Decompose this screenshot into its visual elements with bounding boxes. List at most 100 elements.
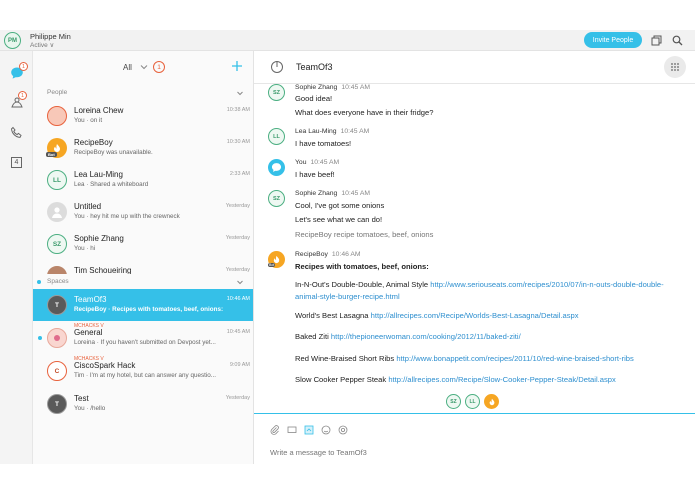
message-sender: Lea Lau-Ming 10:45 AM [295,128,369,135]
list-item-preview: You · on it [74,117,103,124]
recipe-item: Slow Cooker Pepper Steak http://allrecip… [295,375,616,384]
list-item-general[interactable]: MCHACKS V General Loreina · If you haven… [33,322,253,354]
window-popout-icon[interactable] [650,34,662,46]
nav-rail: 1 1 4 [0,51,33,464]
avatar [47,106,67,126]
bot-avatar: Bot [268,251,285,268]
recipe-item: In-N-Out's Double-Double, Animal Style h… [295,279,665,303]
message-time: 10:46 AM [331,251,361,258]
list-item-preview: You · hey hit me up with the crewneck [74,213,180,220]
list-item-lea-lau-ming[interactable]: LL Lea Lau-Ming Lea · Shared a whiteboar… [33,164,253,196]
calendar-nav-button[interactable]: 4 [9,155,24,170]
list-item-untitled[interactable]: Untitled You · hey hit me up with the cr… [33,196,253,228]
message-sender: RecipeBoy 10:46 AM [295,251,361,258]
message-text: I have tomatoes! [295,139,352,148]
conversation-list-panel: All 1 People Loreina Chew You · on it 10… [33,51,254,464]
list-item-preview: Tim · I'm at my hotel, but can answer an… [74,372,217,379]
whiteboard-button[interactable] [303,424,314,435]
chat-bubble-icon [271,163,282,172]
list-item-ciscospark-hack[interactable]: MCHACKS V C CiscoSpark Hack Tim · I'm at… [33,355,253,387]
message-sender: Sophie Zhang 10:45 AM [295,190,370,197]
sender-name: RecipeBoy [295,251,328,258]
add-conversation-button[interactable] [230,59,244,73]
list-item-recipeboy[interactable]: Bot RecipeBoy RecipeBoy was unavailable.… [33,132,253,164]
read-receipt-avatar: SZ [446,394,461,409]
space-menu-button[interactable] [664,56,686,78]
sender-name: You [295,159,307,166]
calendar-day: 4 [14,159,19,166]
recipe-item: World's Best Lasagna http://allrecipes.c… [295,311,579,320]
team-logo-icon [54,335,60,341]
spaces-section-header[interactable]: Spaces [33,276,253,288]
list-item-time: 9:09 AM [229,362,250,368]
recipe-link[interactable]: http://www.bonappetit.com/recipes/2011/1… [396,354,634,363]
avatar [47,266,67,274]
spaces-section-label: Spaces [47,278,69,285]
message-thread: SZ Sophie Zhang 10:45 AM Good idea! What … [254,84,695,413]
avatar: SZ [268,190,285,207]
list-item-title: TeamOf3 [74,295,107,304]
phone-icon [10,126,22,138]
filter-unread-badge: 1 [153,61,165,73]
message-sender: Sophie Zhang 10:45 AM [295,84,370,91]
list-item-title: Untitled [74,202,102,211]
grid-dots-icon [671,63,679,71]
recipe-name: World's Best Lasagna [295,311,369,320]
list-item-time: Yesterday [225,203,250,209]
message-input[interactable] [270,445,680,459]
list-item-preview: RecipeBoy was unavailable. [74,149,153,156]
avatar: SZ [268,84,285,101]
list-item-time: Yesterday [225,267,250,273]
sender-name: Sophie Zhang [295,84,338,91]
avatar: C [47,361,67,381]
user-status-dropdown[interactable]: Active ∨ [30,41,54,49]
recipe-link[interactable]: http://allrecipes.com/Recipe/Slow-Cooker… [388,375,616,384]
emoji-button[interactable] [320,424,331,435]
screen-icon [287,426,296,433]
avatar: SZ [47,234,67,254]
chevron-down-icon[interactable] [236,278,244,286]
read-receipt-bot-avatar [484,394,499,409]
list-item-title: RecipeBoy [74,138,113,147]
list-item-loreina-chew[interactable]: Loreina Chew You · on it 10:38 AM [33,100,253,132]
bot-badge: Bot [46,152,57,157]
teams-nav-button[interactable]: 1 [9,91,27,110]
mention-button[interactable] [337,424,348,435]
activity-icon[interactable] [270,60,284,74]
message-time: 10:45 AM [341,190,371,197]
recipe-link[interactable]: http://thepioneerwoman.com/cooking/2012/… [331,332,521,341]
calls-nav-button[interactable] [9,125,24,140]
bot-badge: Bot [268,263,276,267]
recipe-link[interactable]: http://allrecipes.com/Recipe/Worlds-Best… [371,311,579,320]
attach-file-button[interactable] [269,424,280,435]
flame-icon [489,398,494,405]
user-name: Philippe Min [30,32,71,41]
search-icon[interactable] [671,34,683,46]
avatar: LL [268,128,285,145]
messages-nav-button[interactable]: 1 [9,62,28,80]
bot-avatar: Bot [46,138,67,158]
recipe-name: Slow Cooker Pepper Steak [295,375,387,384]
chevron-down-icon[interactable] [236,89,244,97]
invite-people-button[interactable]: Invite People [584,32,642,48]
whiteboard-icon [304,425,313,434]
list-item-test[interactable]: T Test You · /hello Yesterday [33,388,253,420]
list-item-sophie-zhang[interactable]: SZ Sophie Zhang You · hi Yesterday [33,228,253,260]
filter-dropdown-label[interactable]: All [123,63,132,72]
user-avatar[interactable]: PM [4,32,21,49]
chevron-down-icon[interactable] [139,62,149,72]
read-receipt-avatar: LL [465,394,480,409]
list-item-time: 10:45 AM [226,329,250,335]
message-sender: You 10:45 AM [295,159,339,166]
list-item-time: Yesterday [225,235,250,241]
list-item-time: 2:33 AM [229,171,250,177]
screen-share-button[interactable] [286,424,297,435]
recipe-name: In-N-Out's Double-Double, Animal Style [295,280,429,289]
list-item-preview: Lea · Shared a whiteboard [74,181,149,188]
list-item-tim[interactable]: Tim Schoueiring Yesterday [33,260,253,274]
at-sign-icon [338,425,347,434]
recipe-item: Baked Ziti http://thepioneerwoman.com/co… [295,332,521,341]
list-item-teamof3[interactable]: T TeamOf3 RecipeBoy · Recipes with tomat… [33,289,253,321]
people-section-header[interactable]: People [33,87,253,99]
avatar [47,202,67,222]
